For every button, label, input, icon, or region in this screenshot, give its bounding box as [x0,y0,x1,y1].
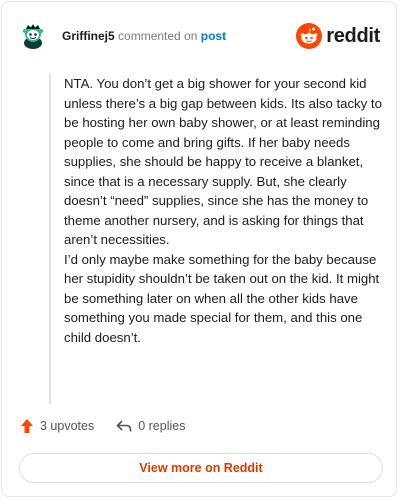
user-avatar[interactable] [18,21,48,51]
comment-text: NTA. You don’t get a big shower for your… [64,76,382,345]
commented-on-text: commented on [118,29,198,43]
comment-meta: Griffinej5 commented on post [62,29,296,43]
reddit-wordmark: reddit [326,24,380,47]
view-more-label: View more on Reddit [139,461,263,475]
comment-body: NTA. You don’t get a big shower for your… [49,74,384,404]
comment-actions: 3 upvotes 0 replies [20,418,207,434]
post-link[interactable]: post [201,29,226,43]
reddit-brand-link[interactable]: reddit [296,23,380,49]
comment-header: Griffinej5 commented on post reddit [18,20,380,52]
reply-arrow-icon [116,420,132,432]
view-more-button[interactable]: View more on Reddit [19,453,383,483]
reddit-logo-icon [296,23,323,49]
reply-count: 0 replies [138,419,186,433]
upvote-button[interactable]: 3 upvotes [20,418,94,434]
reply-button[interactable]: 0 replies [116,419,185,433]
username-link[interactable]: Griffinej5 [62,29,115,43]
upvote-arrow-icon [21,419,33,433]
comment-embed-card: Griffinej5 commented on post reddit NTA.… [1,1,397,497]
upvote-count: 3 upvotes [40,419,95,433]
snoo-avatar-icon [23,24,43,49]
